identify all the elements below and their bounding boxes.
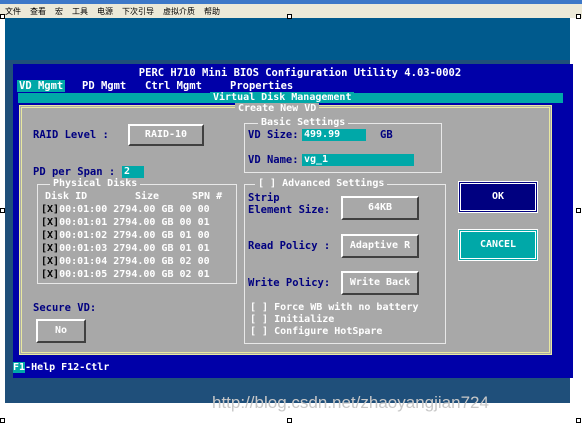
disk-id: 00:01:03 (59, 243, 108, 254)
disk-id: 00:01:04 (59, 256, 108, 267)
menu-virtual-media[interactable]: 虚拟介质 (158, 4, 199, 17)
configure-hotspare-checkbox[interactable]: [ ] Configure HotSpare (250, 326, 382, 337)
raid-level-label: RAID Level : (33, 129, 109, 141)
strip-label: Strip (248, 192, 280, 204)
read-policy-button[interactable]: Adaptive R (341, 234, 419, 258)
resize-handle-icon[interactable] (287, 14, 292, 19)
ok-button[interactable]: OK (458, 181, 538, 213)
resize-handle-icon[interactable] (576, 418, 581, 423)
disk-id: 00:01:02 (59, 230, 108, 241)
disk-row[interactable]: [X]00:01:00 2794.00 GB 00 00 (41, 204, 210, 215)
section-title: Virtual Disk Management (210, 92, 355, 103)
f1-key: F1 (13, 362, 26, 373)
dialog-title: Create New VD (235, 103, 320, 114)
physical-disks-title: Physical Disks (50, 178, 141, 189)
disk-row[interactable]: [X]00:01:05 2794.00 GB 02 01 (41, 269, 210, 280)
help-text: -Help F12-Ctlr (25, 362, 110, 373)
disk-spn: 00 01 (179, 217, 210, 228)
disk-size: 2794.00 GB (113, 230, 174, 241)
force-wb-checkbox[interactable]: [ ] Force WB with no battery (250, 302, 419, 313)
vd-name-field[interactable]: vg_1 (302, 154, 414, 166)
size-header: Size (135, 191, 160, 202)
initialize-checkbox[interactable]: [ ] Initialize (250, 314, 334, 325)
bios-heading: PERC H710 Mini BIOS Configuration Utilit… (138, 67, 462, 79)
disk-id: 00:01:01 (59, 217, 108, 228)
disk-checkbox[interactable]: [X] (41, 269, 59, 280)
pd-per-span-label: PD per Span : (33, 166, 116, 178)
secure-vd-label: Secure VD: (33, 302, 97, 314)
pd-per-span-field[interactable]: 2 (122, 166, 144, 178)
cancel-button[interactable]: CANCEL (458, 229, 538, 261)
basic-settings-title: Basic Settings (258, 117, 349, 128)
write-policy-button[interactable]: Write Back (341, 271, 419, 295)
disk-spn: 01 00 (179, 230, 210, 241)
disk-size: 2794.00 GB (113, 269, 174, 280)
disk-size: 2794.00 GB (113, 217, 174, 228)
watermark: http://blog.csdn.net/zhaoyangjian724 (212, 393, 489, 412)
spn-header: SPN # (192, 191, 223, 202)
disk-checkbox[interactable]: [X] (41, 217, 59, 228)
element-size-label: Element Size: (248, 204, 331, 216)
disk-size: 2794.00 GB (113, 243, 174, 254)
help-bar: F1-Help F12-Ctlr (13, 362, 573, 376)
vd-size-field[interactable]: 499.99 (302, 129, 366, 141)
resize-handle-icon[interactable] (576, 208, 581, 213)
vd-size-unit: GB (380, 129, 393, 141)
raid-level-button[interactable]: RAID-10 (128, 124, 204, 146)
tab-ctrl-mgmt[interactable]: Ctrl Mgmt (143, 80, 204, 92)
disk-size: 2794.00 GB (113, 204, 174, 215)
secure-vd-button[interactable]: No (36, 319, 86, 343)
menu-tools[interactable]: 工具 (67, 4, 92, 17)
disk-id: 00:01:00 (59, 204, 108, 215)
disk-id-header: Disk ID (45, 191, 88, 202)
disk-spn: 02 00 (179, 256, 210, 267)
advanced-settings-checkbox[interactable]: [ ] Advanced Settings (255, 178, 388, 189)
tab-vd-mgmt[interactable]: VD Mgmt (17, 80, 66, 92)
disk-spn: 00 00 (179, 204, 210, 215)
menu-help[interactable]: 帮助 (199, 4, 224, 17)
resize-handle-icon[interactable] (576, 14, 581, 19)
resize-handle-icon[interactable] (0, 208, 5, 213)
disk-row[interactable]: [X]00:01:02 2794.00 GB 01 00 (41, 230, 210, 241)
disk-spn: 02 01 (179, 269, 210, 280)
console-top-area (5, 18, 570, 60)
tab-properties[interactable]: Properties (228, 80, 295, 92)
disk-row[interactable]: [X]00:01:01 2794.00 GB 00 01 (41, 217, 210, 228)
menu-power[interactable]: 电源 (92, 4, 117, 17)
menu-macro[interactable]: 宏 (50, 4, 67, 17)
disk-checkbox[interactable]: [X] (41, 204, 59, 215)
menu-next-boot[interactable]: 下次引导 (117, 4, 158, 17)
disk-row[interactable]: [X]00:01:03 2794.00 GB 01 01 (41, 243, 210, 254)
menu-view[interactable]: 查看 (25, 4, 50, 17)
resize-handle-icon[interactable] (287, 418, 292, 423)
disk-id: 00:01:05 (59, 269, 108, 280)
resize-handle-icon[interactable] (0, 14, 5, 19)
disk-checkbox[interactable]: [X] (41, 230, 59, 241)
disk-size: 2794.00 GB (113, 256, 174, 267)
vd-name-label: VD Name: (248, 154, 299, 166)
disk-checkbox[interactable]: [X] (41, 256, 59, 267)
element-size-button[interactable]: 64KB (341, 196, 419, 220)
read-policy-label: Read Policy : (248, 240, 331, 252)
vd-size-label: VD Size: (248, 129, 299, 141)
tab-pd-mgmt[interactable]: PD Mgmt (80, 80, 128, 92)
disk-row[interactable]: [X]00:01:04 2794.00 GB 02 00 (41, 256, 210, 267)
write-policy-label: Write Policy: (248, 277, 331, 289)
disk-checkbox[interactable]: [X] (41, 243, 59, 254)
disk-spn: 01 01 (179, 243, 210, 254)
resize-handle-icon[interactable] (0, 418, 5, 423)
